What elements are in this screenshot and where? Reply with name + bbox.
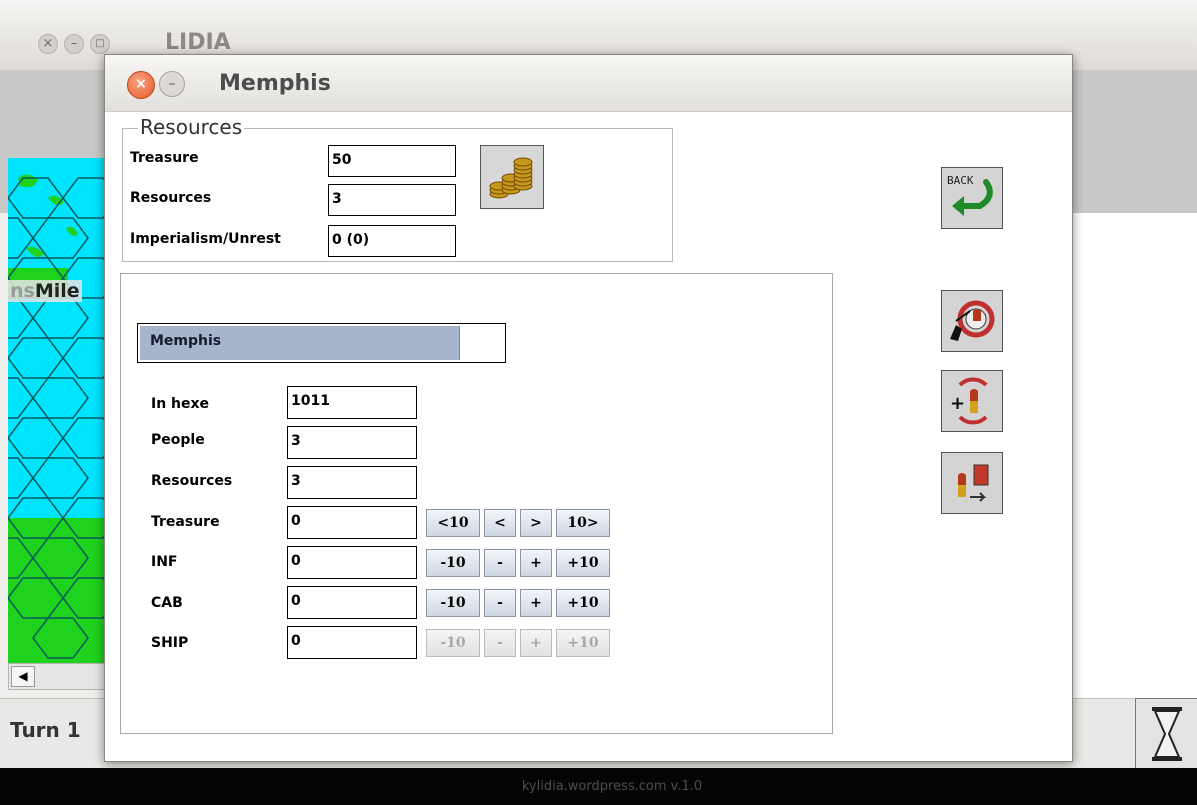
city-treasure-label: Treasure xyxy=(151,514,220,530)
treasure-label: Treasure xyxy=(130,150,199,166)
back-label: BACK xyxy=(947,174,974,187)
treasure-minus-10-button[interactable]: <10 xyxy=(426,509,480,537)
map-horizontal-scrollbar[interactable]: ◀ xyxy=(8,663,115,690)
gold-button[interactable] xyxy=(480,145,544,209)
back-arrow-icon: BACK xyxy=(947,174,993,216)
cab-field[interactable]: 0 xyxy=(287,586,417,619)
resources-field[interactable]: 3 xyxy=(328,184,456,216)
city-resources-label: Resources xyxy=(151,473,233,489)
treasure-field[interactable]: 50 xyxy=(328,145,456,177)
warrior-attack-icon xyxy=(950,300,995,341)
resources-legend: Resources xyxy=(138,115,245,139)
in-hexe-label: In hexe xyxy=(151,396,210,412)
map-view[interactable] xyxy=(8,158,113,663)
end-turn-button[interactable] xyxy=(1135,698,1197,770)
imperialism-field[interactable]: 0 (0) xyxy=(328,225,456,257)
scroll-left-arrow-icon[interactable]: ◀ xyxy=(11,666,35,687)
cab-minus-10-button[interactable]: -10 xyxy=(426,589,480,617)
cab-minus-1-button[interactable]: - xyxy=(484,589,516,617)
attack-button[interactable] xyxy=(941,290,1003,352)
map-label-text: Mile xyxy=(34,280,80,302)
main-window-title: LIDIA xyxy=(165,30,231,55)
main-minimize-icon[interactable]: – xyxy=(64,34,84,54)
dialog-close-icon[interactable]: × xyxy=(127,71,155,99)
map-label-partial: ns xyxy=(10,280,35,302)
main-close-icon[interactable]: × xyxy=(38,34,58,54)
inf-minus-10-button[interactable]: -10 xyxy=(426,549,480,577)
ship-plus-1-button[interactable]: + xyxy=(520,629,552,657)
treasure-plus-10-button[interactable]: 10> xyxy=(556,509,610,537)
people-field[interactable]: 3 xyxy=(287,426,417,459)
people-label: People xyxy=(151,432,205,448)
city-resources-field[interactable]: 3 xyxy=(287,466,417,499)
map-city-label: nsMile xyxy=(8,280,82,302)
inf-field[interactable]: 0 xyxy=(287,546,417,579)
ship-field[interactable]: 0 xyxy=(287,626,417,659)
ship-plus-10-button[interactable]: +10 xyxy=(556,629,610,657)
inf-label: INF xyxy=(151,554,178,570)
city-dialog: × – Memphis Resources Treasure 50 Resour… xyxy=(104,54,1073,762)
treasure-minus-1-button[interactable]: < xyxy=(484,509,516,537)
imperialism-label: Imperialism/Unrest xyxy=(130,231,281,247)
ship-minus-1-button[interactable]: - xyxy=(484,629,516,657)
svg-text:+: + xyxy=(950,393,965,414)
dialog-title: Memphis xyxy=(219,71,331,96)
footer-version-text: kylidia.wordpress.com v.1.0 xyxy=(521,779,703,794)
city-name: Memphis xyxy=(150,333,222,349)
inf-plus-1-button[interactable]: + xyxy=(520,549,552,577)
recruit-button[interactable]: + xyxy=(941,370,1003,432)
hourglass-icon xyxy=(1152,707,1182,761)
transfer-button[interactable] xyxy=(941,452,1003,514)
in-hexe-field[interactable]: 1011 xyxy=(287,386,417,419)
turn-label: Turn 1 xyxy=(10,718,81,742)
treasure-plus-1-button[interactable]: > xyxy=(520,509,552,537)
inf-minus-1-button[interactable]: - xyxy=(484,549,516,577)
right-panel xyxy=(1068,213,1197,698)
cab-plus-10-button[interactable]: +10 xyxy=(556,589,610,617)
dialog-titlebar: × – Memphis xyxy=(105,55,1072,112)
transfer-warrior-icon xyxy=(958,464,989,502)
city-progress-bar: Memphis xyxy=(137,323,506,363)
gold-coins-icon xyxy=(489,157,533,199)
inf-plus-10-button[interactable]: +10 xyxy=(556,549,610,577)
ship-label: SHIP xyxy=(151,635,189,651)
add-warrior-icon: + xyxy=(950,377,988,425)
resources-label: Resources xyxy=(130,190,212,206)
dialog-minimize-icon[interactable]: – xyxy=(159,71,185,97)
cab-plus-1-button[interactable]: + xyxy=(520,589,552,617)
ship-minus-10-button[interactable]: -10 xyxy=(426,629,480,657)
hex-map-icon xyxy=(8,158,113,663)
city-treasure-field[interactable]: 0 xyxy=(287,506,417,539)
back-button[interactable]: BACK xyxy=(941,167,1003,229)
cab-label: CAB xyxy=(151,595,183,611)
main-maximize-icon[interactable]: □ xyxy=(90,34,110,54)
